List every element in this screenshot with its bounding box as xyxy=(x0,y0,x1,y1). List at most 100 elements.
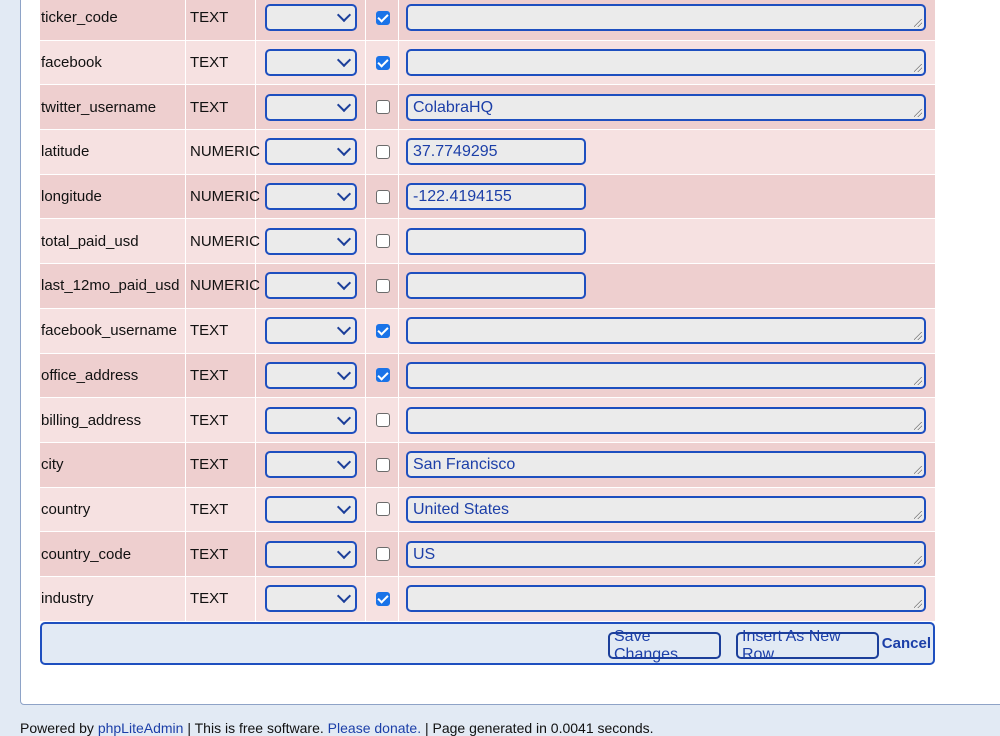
value-input[interactable] xyxy=(406,227,586,255)
field-type: TEXT xyxy=(187,85,256,130)
null-checkbox[interactable] xyxy=(375,55,390,70)
field-name: facebook xyxy=(40,40,186,85)
value-textarea[interactable]: San Francisco xyxy=(406,451,926,479)
value-cell: 37.7749295 xyxy=(400,130,935,174)
field-row-latitude: latitude NUMERIC 37.7749295 xyxy=(40,130,935,175)
field-row-facebook: facebook TEXT xyxy=(40,40,935,86)
function-select[interactable] xyxy=(265,317,357,345)
save-changes-button[interactable]: Save Changes xyxy=(608,628,721,663)
null-checkbox[interactable] xyxy=(375,100,390,115)
field-name: city xyxy=(40,442,186,487)
phpliteadmin-link[interactable]: phpLiteAdmin xyxy=(98,720,184,736)
null-checkbox[interactable] xyxy=(375,278,390,293)
value-textarea[interactable] xyxy=(406,317,926,345)
resize-grip-icon[interactable] xyxy=(914,376,922,385)
footer-prefix: Powered by xyxy=(20,720,98,736)
function-cell xyxy=(257,219,366,264)
null-checkbox[interactable] xyxy=(375,457,390,472)
resize-grip-icon[interactable] xyxy=(914,421,922,430)
value-input[interactable]: 37.7749295 xyxy=(406,138,586,166)
null-cell xyxy=(367,40,399,85)
function-select[interactable] xyxy=(265,495,357,523)
null-checkbox[interactable] xyxy=(375,502,390,517)
field-row-country: country TEXT United States xyxy=(40,487,935,533)
function-select[interactable] xyxy=(265,540,357,568)
null-cell xyxy=(367,219,399,264)
resize-grip-icon[interactable] xyxy=(914,510,922,519)
value-cell: US xyxy=(400,532,935,576)
field-name: total_paid_usd xyxy=(40,219,186,264)
value-cell xyxy=(400,577,935,621)
null-checkbox[interactable] xyxy=(375,10,390,25)
null-checkbox[interactable] xyxy=(375,413,390,428)
resize-grip-icon[interactable] xyxy=(914,466,922,475)
function-select[interactable] xyxy=(265,272,357,300)
function-select[interactable] xyxy=(265,406,357,434)
null-cell xyxy=(367,308,399,353)
null-checkbox[interactable] xyxy=(375,189,390,204)
value-input[interactable] xyxy=(406,272,586,300)
field-type: TEXT xyxy=(187,308,256,353)
resize-grip-icon[interactable] xyxy=(914,555,922,564)
field-name: country_code xyxy=(40,532,186,576)
function-select[interactable] xyxy=(265,4,357,32)
null-cell xyxy=(367,442,399,487)
null-cell xyxy=(367,130,399,174)
resize-grip-icon[interactable] xyxy=(914,64,922,73)
resize-grip-icon[interactable] xyxy=(914,332,922,341)
field-type: TEXT xyxy=(187,487,256,532)
function-select[interactable] xyxy=(265,227,357,255)
function-select[interactable] xyxy=(265,93,357,121)
field-row-longitude: longitude NUMERIC -122.4194155 xyxy=(40,174,935,220)
resize-grip-icon[interactable] xyxy=(914,600,922,609)
null-checkbox[interactable] xyxy=(375,234,390,249)
chevron-down-icon xyxy=(336,410,352,425)
value-textarea[interactable] xyxy=(406,4,926,32)
value-textarea[interactable]: United States xyxy=(406,495,926,523)
field-type: TEXT xyxy=(187,40,256,85)
resize-grip-icon[interactable] xyxy=(914,19,922,28)
chevron-down-icon xyxy=(336,589,352,604)
value-textarea[interactable] xyxy=(406,585,926,613)
field-row-industry: industry TEXT xyxy=(40,576,935,622)
function-select[interactable] xyxy=(265,49,357,77)
value-text: US xyxy=(413,545,436,563)
null-checkbox[interactable] xyxy=(375,144,390,159)
field-row-city: city TEXT San Francisco xyxy=(40,442,935,488)
field-type: NUMERIC xyxy=(187,219,260,264)
function-select[interactable] xyxy=(265,585,357,613)
chevron-down-icon xyxy=(336,455,352,470)
null-cell xyxy=(367,264,399,308)
value-textarea[interactable]: US xyxy=(406,540,926,568)
null-checkbox[interactable] xyxy=(375,591,390,606)
field-type: TEXT xyxy=(187,353,256,398)
chevron-down-icon xyxy=(336,52,352,68)
function-select[interactable] xyxy=(265,451,357,479)
field-name: office_address xyxy=(40,353,186,398)
null-checkbox[interactable] xyxy=(375,547,390,562)
insert-as-new-row-button[interactable]: Insert As New Row xyxy=(736,628,879,663)
chevron-down-icon xyxy=(336,187,352,202)
null-checkbox[interactable] xyxy=(375,368,390,383)
value-cell xyxy=(400,41,935,85)
function-select[interactable] xyxy=(265,361,357,389)
function-cell xyxy=(257,40,366,85)
field-name: longitude xyxy=(40,174,186,219)
function-select[interactable] xyxy=(265,183,357,211)
field-row-twitter-username: twitter_username TEXT ColabraHQ xyxy=(40,85,935,131)
value-text: United States xyxy=(413,500,510,518)
value-input[interactable]: -122.4194155 xyxy=(406,183,586,211)
value-textarea[interactable] xyxy=(406,361,926,389)
null-checkbox[interactable] xyxy=(375,323,390,338)
value-textarea[interactable] xyxy=(406,49,926,77)
function-cell xyxy=(257,130,366,174)
value-textarea[interactable] xyxy=(406,406,926,434)
value-textarea[interactable]: ColabraHQ xyxy=(406,93,926,121)
function-select[interactable] xyxy=(265,138,357,166)
donate-link[interactable]: Please donate. xyxy=(328,720,421,736)
field-type: TEXT xyxy=(187,442,256,487)
cancel-link[interactable]: Cancel xyxy=(882,635,931,652)
chevron-down-icon xyxy=(336,276,352,291)
function-cell xyxy=(257,398,366,442)
resize-grip-icon[interactable] xyxy=(914,108,922,117)
